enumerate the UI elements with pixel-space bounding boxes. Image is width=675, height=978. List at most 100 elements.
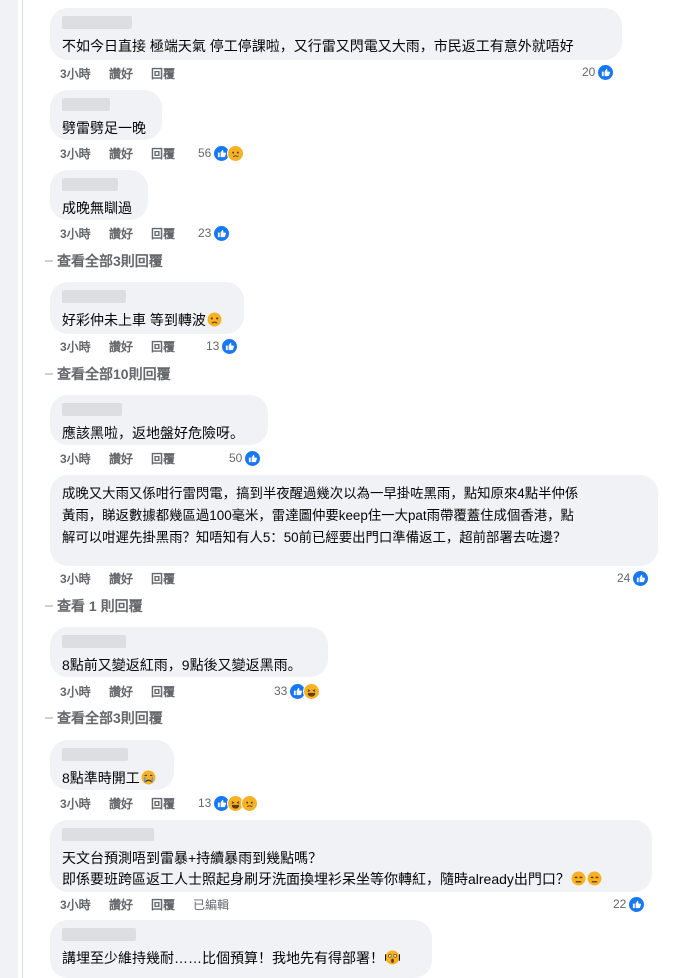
reaction-summary[interactable]: 50 — [229, 449, 262, 467]
author-name-redacted[interactable] — [62, 98, 110, 111]
comment-bubble: 不如今日直接 極端天氣 停工停課啦，又行雷又閃電又大雨，市民返工有意外就唔好 — [50, 8, 622, 60]
like-button[interactable]: 讚好 — [109, 338, 151, 355]
timestamp[interactable]: 3小時 — [60, 570, 109, 587]
comment: 成晚又大雨又係咁行雷閃電，搞到半夜醒過幾次以為一早掛咗黑雨，點知原來4點半仲係 … — [50, 475, 658, 566]
reaction-count: 22 — [613, 897, 627, 911]
author-name-redacted[interactable] — [62, 828, 154, 841]
view-replies-label[interactable]: 查看 1 則回覆 — [57, 596, 143, 616]
comment-actions: 3小時 讚好 回覆 — [60, 338, 193, 354]
view-replies-link[interactable]: 查看 1 則回覆 — [45, 597, 143, 615]
timestamp[interactable]: 3小時 — [60, 795, 109, 812]
comment: 不如今日直接 極端天氣 停工停課啦，又行雷又閃電又大雨，市民返工有意外就唔好 — [50, 8, 622, 60]
reaction-count: 56 — [198, 146, 212, 160]
like-button[interactable]: 讚好 — [109, 795, 151, 812]
author-name-redacted[interactable] — [62, 928, 136, 941]
haha-icon — [303, 682, 321, 700]
view-replies-label[interactable]: 查看全部3則回覆 — [57, 708, 163, 728]
like-button[interactable]: 讚好 — [109, 145, 151, 162]
comment-bubble: 劈雷劈足一晚 — [50, 90, 162, 140]
comment-bubble: 講埋至少維持幾耐……比個預算！我地先有得部署！ — [50, 920, 432, 978]
reaction-count: 20 — [582, 65, 596, 79]
author-name-redacted[interactable] — [62, 178, 118, 191]
reply-connector — [45, 605, 53, 607]
like-button[interactable]: 讚好 — [109, 570, 151, 587]
comment-actions: 3小時 讚好 回覆 — [60, 683, 193, 699]
reaction-summary[interactable]: 22 — [613, 895, 646, 913]
view-replies-label[interactable]: 查看全部10則回覆 — [57, 364, 171, 384]
reaction-summary[interactable]: 33 — [274, 682, 321, 700]
reply-button[interactable]: 回覆 — [151, 683, 193, 700]
comment: 天文台預測唔到雷暴+持續暴雨到幾點嗎？ 即係要班跨區返工人士照起身刷牙洗面換埋衫… — [50, 820, 652, 892]
view-replies-label[interactable]: 查看全部3則回覆 — [57, 251, 163, 271]
comment-bubble: 成晚又大雨又係咁行雷閃電，搞到半夜醒過幾次以為一早掛咗黑雨，點知原來4點半仲係 … — [50, 475, 658, 566]
timestamp[interactable]: 3小時 — [60, 896, 109, 913]
comment-text: 好彩仲未上車 等到轉波 — [62, 312, 206, 328]
reply-button[interactable]: 回覆 — [151, 570, 193, 587]
reply-button[interactable]: 回覆 — [151, 65, 193, 82]
timestamp[interactable]: 3小時 — [60, 338, 109, 355]
reaction-summary[interactable]: 23 — [198, 224, 231, 242]
comment-actions: 3小時 讚好 回覆 — [60, 225, 193, 241]
view-replies-link[interactable]: 查看全部10則回覆 — [45, 365, 171, 383]
comment-text: 不如今日直接 極端天氣 停工停課啦，又行雷又閃電又大雨，市民返工有意外就唔好 — [62, 38, 574, 54]
comment-actions: 3小時 讚好 回覆 — [60, 795, 193, 811]
reaction-summary[interactable]: 13 — [206, 337, 239, 355]
comment: 8點準時開工 — [50, 740, 174, 790]
like-button[interactable]: 讚好 — [109, 683, 151, 700]
reaction-summary[interactable]: 56 — [198, 144, 245, 162]
sad-icon — [241, 794, 259, 812]
reaction-summary[interactable]: 24 — [617, 569, 650, 587]
reply-button[interactable]: 回覆 — [151, 225, 193, 242]
timestamp[interactable]: 3小時 — [60, 683, 109, 700]
reaction-count: 33 — [274, 684, 288, 698]
reply-button[interactable]: 回覆 — [151, 145, 193, 162]
comment-text: 劈雷劈足一晚 — [62, 120, 146, 136]
reply-connector — [45, 717, 53, 719]
timestamp[interactable]: 3小時 — [60, 450, 109, 467]
comment-text: 成晚無瞓過 — [62, 200, 132, 216]
reply-button[interactable]: 回覆 — [151, 795, 193, 812]
comment-actions: 3小時 讚好 回覆 已編輯 — [60, 896, 229, 912]
reaction-summary[interactable]: 20 — [582, 63, 615, 81]
sad-icon — [227, 144, 245, 162]
reply-button[interactable]: 回覆 — [151, 338, 193, 355]
expressionless-face-emoji — [571, 871, 586, 886]
reaction-count: 50 — [229, 451, 243, 465]
like-icon — [632, 569, 650, 587]
like-button[interactable]: 讚好 — [109, 896, 151, 913]
view-replies-link[interactable]: 查看全部3則回覆 — [45, 709, 163, 727]
like-button[interactable]: 讚好 — [109, 65, 151, 82]
comment-text: 天文台預測唔到雷暴+持續暴雨到幾點嗎？ 即係要班跨區返工人士照起身刷牙洗面換埋衫… — [62, 850, 570, 887]
comment-text: 8點準時開工 — [62, 770, 140, 786]
author-name-redacted[interactable] — [62, 290, 126, 303]
timestamp[interactable]: 3小時 — [60, 145, 109, 162]
like-icon — [244, 449, 262, 467]
like-icon — [221, 337, 239, 355]
like-icon — [628, 895, 646, 913]
like-button[interactable]: 讚好 — [109, 450, 151, 467]
comment-bubble: 8點準時開工 — [50, 740, 174, 790]
timestamp[interactable]: 3小時 — [60, 225, 109, 242]
reaction-summary[interactable]: 13 — [198, 794, 259, 812]
reaction-count: 23 — [198, 226, 212, 240]
comment-bubble: 應該黑啦，返地盤好危險呀。 — [50, 395, 268, 445]
author-name-redacted[interactable] — [62, 16, 132, 29]
comment-bubble: 成晚無瞓過 — [50, 170, 148, 220]
author-name-redacted[interactable] — [62, 748, 128, 761]
left-rail — [0, 0, 18, 978]
author-name-redacted[interactable] — [62, 403, 122, 416]
like-button[interactable]: 讚好 — [109, 225, 151, 242]
expressionless-face-emoji — [587, 871, 602, 886]
comment-text: 講埋至少維持幾耐……比個預算！我地先有得部署！ — [62, 950, 384, 966]
author-name-redacted[interactable] — [62, 635, 126, 648]
view-replies-link[interactable]: 查看全部3則回覆 — [45, 252, 163, 270]
comment-bubble: 好彩仲未上車 等到轉波 — [50, 282, 244, 334]
reply-button[interactable]: 回覆 — [151, 450, 193, 467]
timestamp[interactable]: 3小時 — [60, 65, 109, 82]
screaming-face-emoji — [385, 950, 400, 965]
reply-button[interactable]: 回覆 — [151, 896, 193, 913]
sad-face-emoji — [207, 312, 222, 327]
comment-text: 成晚又大雨又係咁行雷閃電，搞到半夜醒過幾次以為一早掛咗黑雨，點知原來4點半仲係 … — [62, 486, 579, 545]
reaction-count: 13 — [198, 796, 212, 810]
comment-text: 應該黑啦，返地盤好危險呀。 — [62, 425, 244, 441]
